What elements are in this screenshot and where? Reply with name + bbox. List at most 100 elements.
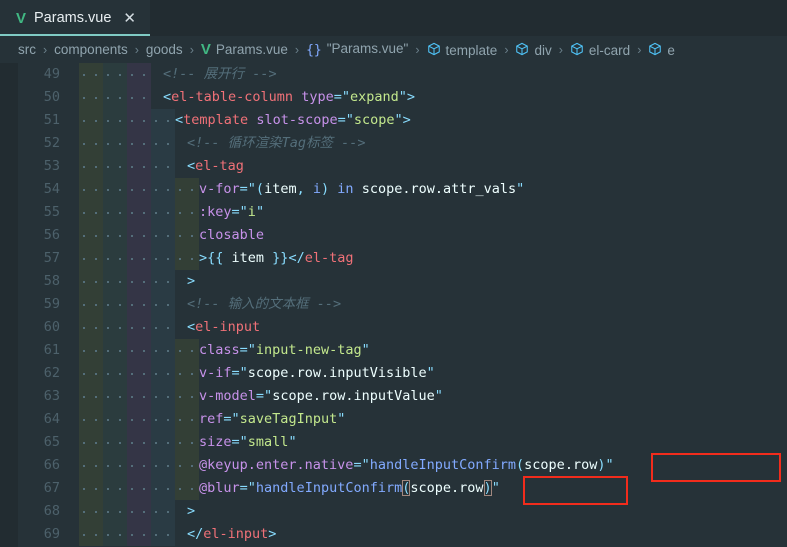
indent-guides (79, 454, 199, 477)
indent-guides (79, 63, 151, 86)
code-token: < (175, 112, 184, 128)
code-line[interactable]: 53 <el-tag (0, 155, 787, 178)
code-line[interactable]: 57 >{{ item }}</el-tag (0, 247, 787, 270)
code-token: }} (264, 250, 289, 266)
indent-guide-band (151, 201, 175, 224)
breadcrumb-item-params-vue[interactable]: V Params.vue (201, 42, 288, 57)
indent-guide-band (79, 454, 103, 477)
code-token: " (231, 411, 240, 427)
code-line[interactable]: 58 > (0, 270, 787, 293)
code-token: > (199, 250, 208, 266)
indent-guide-band (175, 247, 199, 270)
code-token: " (239, 434, 248, 450)
code-token: . (451, 480, 460, 496)
indent-guide-band (79, 63, 103, 86)
code-line[interactable]: 69 </el-input> (0, 523, 787, 546)
breadcrumb-item-params-vue-symbol[interactable]: {} "Params.vue" (306, 41, 408, 58)
code-token: </ (187, 526, 204, 542)
code-lines-container[interactable]: 49 <!-- 展开行 --> 50 <el-table-column type="e… (0, 63, 787, 547)
code-token: --> (308, 296, 342, 312)
breadcrumb-item-src[interactable]: src (18, 42, 36, 57)
code-token: ref (199, 411, 224, 427)
indent-guide-band (175, 178, 199, 201)
code-line[interactable]: 50 <el-table-column type="expand"> (0, 86, 787, 109)
code-token: row (459, 480, 484, 496)
code-token: el-tag (304, 250, 354, 266)
breadcrumb-item-div[interactable]: div (515, 42, 552, 58)
indent-guide-band (79, 500, 103, 523)
code-token: :key (199, 204, 232, 220)
code-token: > (406, 89, 416, 105)
code-token: --> (333, 135, 366, 151)
code-token: = (223, 411, 232, 427)
close-icon[interactable]: ✕ (123, 11, 136, 26)
code-token: " (337, 411, 346, 427)
code-line[interactable]: 52 <!-- 循环渲染Tag标签 --> (0, 132, 787, 155)
indent-guide-band (103, 293, 127, 316)
code-token: scope (524, 457, 565, 473)
code-token: inputVisible (329, 365, 427, 381)
code-line[interactable]: 54 v-for="(item, i) in scope.row.attr_val… (0, 178, 787, 201)
breadcrumb-item-el-card[interactable]: el-card (570, 42, 630, 58)
indent-guide-band (175, 362, 199, 385)
code-line[interactable]: 61 class="input-new-tag" (0, 339, 787, 362)
indent-guides (79, 523, 175, 546)
breadcrumb-separator: › (558, 42, 563, 57)
cube-icon (570, 42, 584, 56)
code-line[interactable]: 60 <el-input (0, 316, 787, 339)
breadcrumb-item-template[interactable]: template (427, 42, 497, 58)
indent-guide-band (151, 316, 175, 339)
code-token: . (345, 388, 354, 404)
indent-guide-band (127, 431, 151, 454)
code-line[interactable]: 51 <template slot-scope="scope"> (0, 109, 787, 132)
tab-params-vue[interactable]: V Params.vue ✕ (0, 0, 150, 36)
code-token: " (394, 112, 403, 128)
indent-guide-band (79, 201, 103, 224)
breadcrumb-separator: › (43, 42, 48, 57)
code-token: > (268, 526, 277, 542)
code-token: @keyup.enter.native (199, 457, 354, 473)
breadcrumb-item-goods[interactable]: goods (146, 42, 183, 57)
code-line[interactable]: 63 v-model="scope.row.inputValue" (0, 385, 787, 408)
code-line[interactable]: 64 ref="saveTagInput" (0, 408, 787, 431)
code-line[interactable]: 59 <!-- 输入的文本框 --> (0, 293, 787, 316)
indent-guide-band (175, 339, 199, 362)
code-line[interactable]: 65 size="small" (0, 431, 787, 454)
indent-guides (79, 385, 199, 408)
breadcrumb-separator: › (189, 42, 194, 57)
indent-guide-band (151, 178, 175, 201)
indent-guide-band (151, 155, 175, 178)
code-line[interactable]: 55:key="i" (0, 201, 787, 224)
code-token: ( (516, 457, 525, 473)
code-token: scope (361, 181, 403, 197)
line-number: 57 (43, 250, 60, 266)
indent-guide-band (151, 454, 175, 477)
indent-guide-band (151, 477, 175, 500)
code-token: = (255, 388, 265, 404)
code-line[interactable]: 66 @keyup.enter.native="handleInputConfir… (0, 454, 787, 477)
code-token: = (231, 434, 240, 450)
indent-guides (79, 431, 199, 454)
code-line[interactable]: 68 > (0, 500, 787, 523)
indent-guide-band (79, 178, 103, 201)
code-editor[interactable]: 49 <!-- 展开行 --> 50 <el-table-column type="e… (0, 63, 787, 547)
breadcrumb-item-components[interactable]: components (54, 42, 128, 57)
code-token: = (353, 457, 362, 473)
code-line[interactable]: 49 <!-- 展开行 --> (0, 63, 787, 86)
indent-guide-band (103, 431, 127, 454)
indent-guides (79, 109, 175, 132)
code-line[interactable]: 67 @blur="handleInputConfirm(scope.row)" (0, 477, 787, 500)
indent-guide-band (79, 132, 103, 155)
code-token: " (361, 457, 370, 473)
code-line[interactable]: 62 v-if="scope.row.inputVisible" (0, 362, 787, 385)
code-token: slot-scope (256, 112, 338, 128)
code-token: @blur (199, 480, 240, 496)
code-token: = (337, 112, 346, 128)
code-line[interactable]: 56 closable (0, 224, 787, 247)
indent-guides (79, 224, 199, 247)
indent-guides (79, 316, 175, 339)
breadcrumb-item-truncated[interactable]: e (648, 42, 675, 58)
indent-guide-band (103, 270, 127, 293)
code-token: --> (244, 66, 277, 82)
code-token: < (163, 89, 172, 105)
